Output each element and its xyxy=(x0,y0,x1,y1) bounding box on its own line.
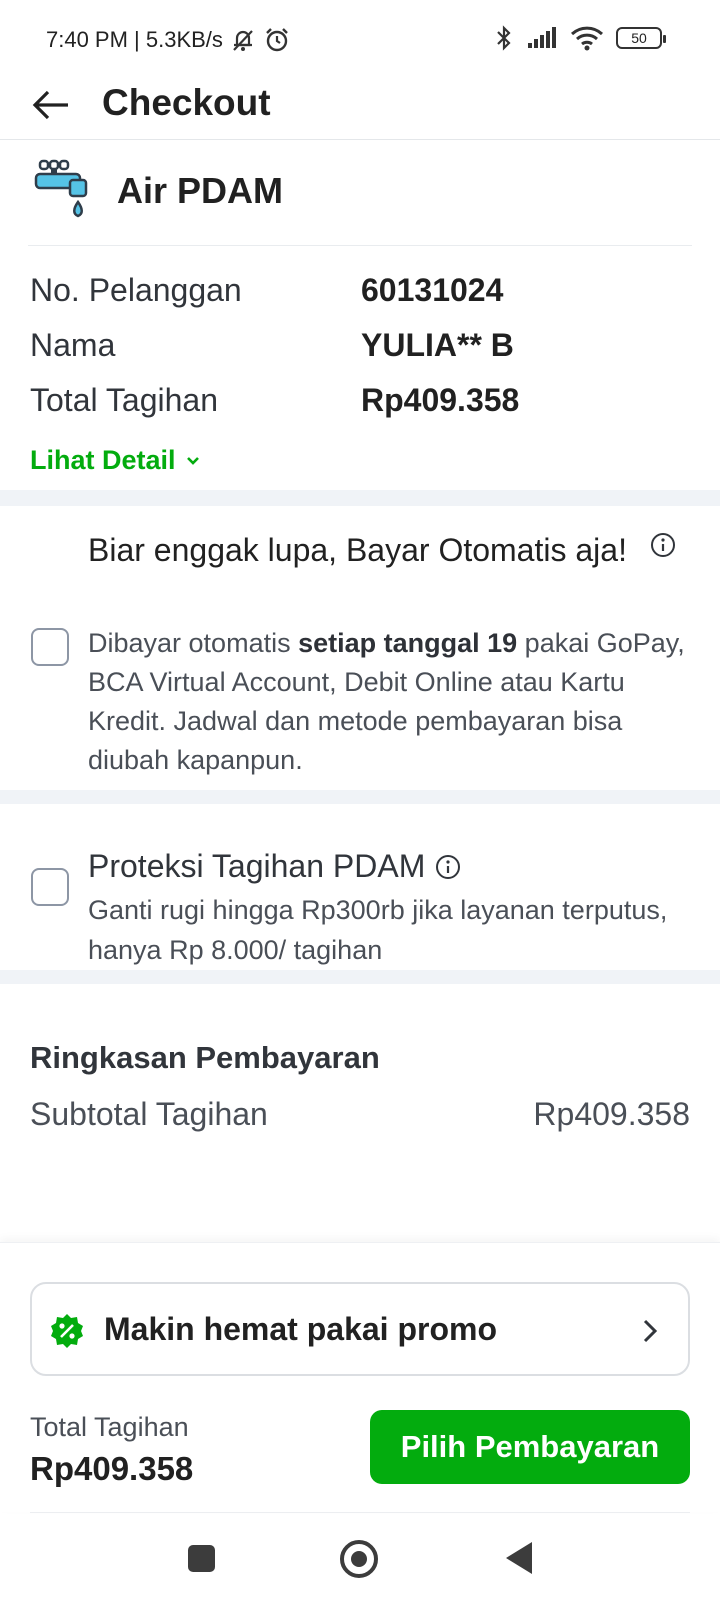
see-detail-link[interactable]: Lihat Detail xyxy=(30,445,200,476)
protection-description: Ganti rugi hingga Rp300rb jika layanan t… xyxy=(88,895,668,965)
nav-divider xyxy=(30,1512,690,1513)
section-divider xyxy=(0,490,720,506)
subtotal-label: Subtotal Tagihan xyxy=(30,1096,268,1132)
section-divider xyxy=(0,970,720,984)
recent-apps-icon[interactable] xyxy=(188,1545,215,1572)
app-header: Checkout xyxy=(0,70,720,140)
promo-badge-icon xyxy=(51,1314,83,1348)
status-time-speed: 7:40 PM | 5.3KB/s xyxy=(46,27,223,52)
promo-button[interactable]: Makin hemat pakai promo xyxy=(30,1282,690,1376)
autopay-description: Dibayar otomatis setiap tanggal 19 pakai… xyxy=(88,624,688,780)
signal-icon xyxy=(528,27,556,48)
bluetooth-icon xyxy=(497,25,511,51)
chevron-right-icon xyxy=(643,1319,658,1343)
home-icon[interactable] xyxy=(340,1540,378,1578)
detail-row-customer-number: No. Pelanggan 60131024 xyxy=(30,272,690,327)
water-tap-icon xyxy=(34,159,88,218)
autopay-title: Biar enggak lupa, Bayar Otomatis aja! xyxy=(88,532,627,568)
detail-value: YULIA** B xyxy=(361,327,514,363)
product-row: Air PDAM xyxy=(28,150,692,246)
choose-payment-button[interactable]: Pilih Pembayaran xyxy=(370,1410,690,1484)
protection-section: Proteksi Tagihan PDAM Ganti rugi hingga … xyxy=(0,820,720,988)
battery-level: 50 xyxy=(631,30,647,46)
protection-title: Proteksi Tagihan PDAM xyxy=(88,848,426,884)
subtotal-row: Subtotal Tagihan Rp409.358 xyxy=(30,1096,690,1133)
detail-label: No. Pelanggan xyxy=(30,272,242,308)
alarm-clock-icon xyxy=(266,28,288,52)
autopay-section: Biar enggak lupa, Bayar Otomatis aja! Di… xyxy=(0,514,720,806)
total-label: Total Tagihan xyxy=(30,1412,189,1442)
see-detail-label: Lihat Detail xyxy=(30,445,176,475)
detail-label: Total Tagihan xyxy=(30,382,218,418)
total-value: Rp409.358 xyxy=(30,1450,194,1487)
section-divider xyxy=(0,790,720,804)
subtotal-value: Rp409.358 xyxy=(533,1096,690,1132)
wifi-icon xyxy=(570,26,604,51)
detail-label: Nama xyxy=(30,327,116,363)
autopay-desc-pre: Dibayar otomatis xyxy=(88,628,299,658)
protection-checkbox[interactable] xyxy=(31,868,69,906)
promo-label: Makin hemat pakai promo xyxy=(104,1311,497,1347)
summary-title: Ringkasan Pembayaran xyxy=(30,1040,380,1075)
autopay-desc-date: setiap tanggal 19 xyxy=(298,628,518,658)
page-title: Checkout xyxy=(102,82,271,123)
mute-alarm-icon xyxy=(233,30,253,51)
detail-row-total: Total Tagihan Rp409.358 xyxy=(30,382,690,437)
product-name: Air PDAM xyxy=(117,170,284,211)
back-button[interactable] xyxy=(28,82,74,128)
bill-details: No. Pelanggan 60131024 Nama YULIA** B To… xyxy=(30,272,690,437)
detail-value: Rp409.358 xyxy=(361,382,520,418)
arrow-left-icon xyxy=(32,90,68,120)
battery-icon: 50 xyxy=(616,27,666,49)
info-icon[interactable] xyxy=(650,532,676,558)
detail-value: 60131024 xyxy=(361,272,504,308)
chevron-down-icon xyxy=(186,456,199,465)
info-icon[interactable] xyxy=(435,854,461,880)
autopay-checkbox[interactable] xyxy=(31,628,69,666)
system-nav-bar xyxy=(0,1520,720,1600)
status-bar: 7:40 PM | 5.3KB/s 50 xyxy=(0,0,720,70)
detail-row-name: Nama YULIA** B xyxy=(30,327,690,382)
back-triangle-icon[interactable] xyxy=(506,1542,532,1574)
